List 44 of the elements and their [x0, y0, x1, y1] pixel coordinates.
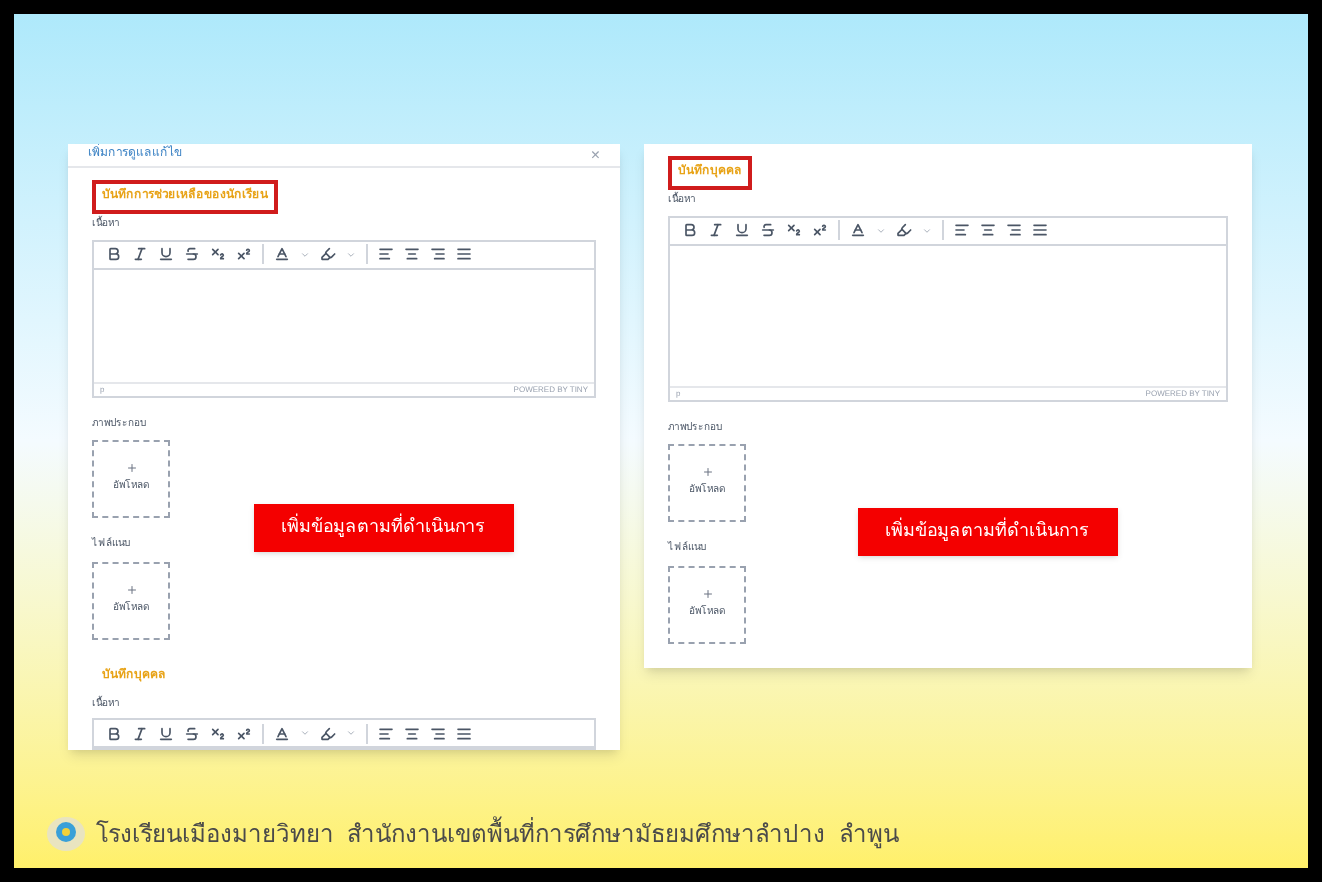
align-center-icon[interactable] [404, 246, 420, 262]
align-right-icon[interactable] [1006, 222, 1022, 238]
footer-text: โรงเรียนเมืองมายวิทยา สำนักงานเขตพื้นที่การศึกษามัธยมศึกษาลำปาง ลำพูน [96, 816, 899, 852]
align-justify-icon[interactable] [456, 725, 472, 741]
highlighter-icon[interactable] [896, 222, 912, 238]
italic-icon[interactable] [708, 222, 724, 238]
align-center-icon[interactable] [980, 222, 996, 238]
align-right-icon[interactable] [430, 725, 446, 741]
align-left-icon[interactable] [954, 222, 970, 238]
bold-icon[interactable] [106, 725, 122, 741]
plus-icon [125, 462, 137, 475]
italic-icon[interactable] [132, 246, 148, 262]
subscript-icon[interactable] [210, 246, 226, 262]
underline-icon[interactable] [158, 246, 174, 262]
align-right-icon[interactable] [430, 246, 446, 262]
strikethrough-icon[interactable] [760, 222, 776, 238]
plus-icon [701, 587, 713, 600]
bold-icon[interactable] [682, 222, 698, 238]
align-left-icon[interactable] [378, 246, 394, 262]
bold-icon[interactable] [106, 246, 122, 262]
text-color-icon[interactable] [850, 222, 866, 238]
align-justify-icon[interactable] [456, 246, 472, 262]
strikethrough-icon[interactable] [184, 246, 200, 262]
instruction-banner: เพิ่มข้อมูลตามที่ดำเนินการ [253, 504, 513, 552]
superscript-icon[interactable] [236, 725, 252, 741]
school-emblem-icon [46, 816, 86, 852]
align-center-icon[interactable] [404, 725, 420, 741]
align-justify-icon[interactable] [1032, 222, 1048, 238]
plus-icon [125, 583, 137, 596]
underline-icon[interactable] [158, 725, 174, 741]
align-left-icon[interactable] [378, 725, 394, 741]
italic-icon[interactable] [132, 725, 148, 741]
plus-icon [701, 466, 713, 479]
subscript-icon[interactable] [210, 725, 226, 741]
instruction-banner: เพิ่มข้อมูลตามที่ดำเนินการ [857, 508, 1117, 556]
subscript-icon[interactable] [786, 222, 802, 238]
text-color-icon[interactable] [274, 725, 290, 741]
superscript-icon[interactable] [812, 222, 828, 238]
highlighter-icon[interactable] [320, 246, 336, 262]
superscript-icon[interactable] [236, 246, 252, 262]
strikethrough-icon[interactable] [184, 725, 200, 741]
highlighter-icon[interactable] [320, 725, 336, 741]
text-color-icon[interactable] [274, 246, 290, 262]
underline-icon[interactable] [734, 222, 750, 238]
